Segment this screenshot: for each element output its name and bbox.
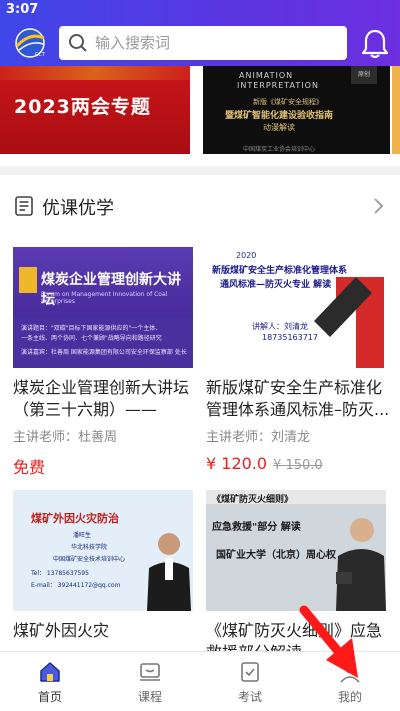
banner-partial[interactable] <box>392 66 400 154</box>
banner-carousel: 2023两会专题 ANIMATION INTERPRETATION 新版《煤矿安… <box>0 66 400 166</box>
notification-bell-icon[interactable] <box>361 28 389 60</box>
home-icon <box>40 662 60 682</box>
banner-text: ANIMATION <box>239 71 294 80</box>
thumb-text: 华北科技学院 <box>71 544 108 551</box>
thumb-text: E-mail： 392441172@qq.com <box>31 582 121 589</box>
course-title: 新版煤矿安全生产标准化管理体系通风标准–防灭... <box>206 378 390 419</box>
course-thumbnail: 煤矿外因火灾防治 潘旺生 华北科技学院 中国煤矿安全技术培训中心 Tel： 13… <box>13 490 193 611</box>
tab-label: 考试 <box>237 690 262 704</box>
search-box[interactable] <box>59 26 347 60</box>
thumb-text: 应急救援"部分 解读 <box>212 522 301 533</box>
thumb-text: 18735163717 <box>262 333 318 342</box>
thumb-text: 演讲题目："双碳"目标下国家能源供应的"一个主体、 <box>21 325 162 332</box>
tab-label: 我的 <box>337 690 362 704</box>
search-input[interactable] <box>95 34 335 52</box>
thumb-text: 讲解人：刘清龙 <box>252 322 308 331</box>
logo-text: CCT <box>35 52 46 58</box>
app-logo-icon: CCT <box>15 28 46 58</box>
tab-label: 课程 <box>137 690 162 704</box>
course-teacher: 主讲老师：杜善周 <box>13 430 118 445</box>
course-section: 优课优学 煤炭企业管理创新大讲坛 Forum on Management Inn… <box>0 175 400 662</box>
top-bar: 3:07 CCT <box>0 0 400 66</box>
thumb-text: 国矿业大学（北京）周心权 <box>216 550 336 561</box>
coal-logo-icon <box>19 267 37 293</box>
course-original-price: ¥ 150.0 <box>273 458 323 473</box>
annotation-arrow-icon <box>299 605 358 678</box>
course-card[interactable]: 2020 新版煤矿安全生产标准化管理体系 通风标准—防灭火专业 解读 讲解人：刘… <box>206 247 389 477</box>
course-thumbnail: 《煤矿防灭火细则》 应急救援"部分 解读 国矿业大学（北京）周心权 <box>206 490 386 611</box>
course-card[interactable]: 煤炭企业管理创新大讲坛 Forum on Management Innovati… <box>13 247 193 477</box>
course-price-row: ¥ 120.0 ¥ 150.0 <box>206 454 323 473</box>
tab-label: 首页 <box>37 690 62 704</box>
banner-animation[interactable]: ANIMATION INTERPRETATION 新版《煤矿安全规程》 暨煤矿智… <box>203 66 390 154</box>
course-price: ¥ 120.0 <box>206 454 268 473</box>
exam-icon <box>241 662 259 682</box>
banner-badge: 原创 <box>351 66 377 84</box>
course-title: 煤炭企业管理创新大讲坛（第三十六期）——《双... <box>13 378 190 419</box>
tab-exam[interactable]: 考试 <box>200 652 300 711</box>
thumb-text: 演讲嘉宾：杜善周 国家能源集团有限公司安全环保监察部 处长 <box>21 349 187 356</box>
banner-footer: 中国煤炭工业协会培训中心 <box>243 146 316 153</box>
thumb-text: 潘旺生 <box>73 532 92 539</box>
status-time: 3:07 <box>6 2 39 17</box>
banner-lianghui[interactable]: 2023两会专题 <box>0 66 190 154</box>
course-icon <box>140 663 160 681</box>
section-header[interactable]: 优课优学 <box>0 175 400 237</box>
course-thumbnail: 2020 新版煤矿安全生产标准化管理体系 通风标准—防灭火专业 解读 讲解人：刘… <box>206 247 386 368</box>
lecturer-image <box>336 518 386 611</box>
search-icon <box>69 34 87 52</box>
lecturer-image <box>147 533 191 611</box>
banner-decoration <box>0 66 190 80</box>
banner-text: 暨煤矿智能化建设验收指南 <box>225 111 334 121</box>
banner-text: 动漫解读 <box>263 123 295 132</box>
section-title: 优课优学 <box>42 198 114 219</box>
thumb-text: 通风标准—防灭火专业 解读 <box>220 280 332 290</box>
course-price: 免费 <box>13 458 46 477</box>
thumb-text: 2020 <box>236 251 257 260</box>
course-card[interactable]: 煤矿外因火灾防治 潘旺生 华北科技学院 中国煤矿安全技术培训中心 Tel： 13… <box>13 490 193 660</box>
thumb-heading: 煤矿外因火灾防治 <box>31 512 119 525</box>
course-thumbnail: 煤炭企业管理创新大讲坛 Forum on Management Innovati… <box>13 247 193 368</box>
thumb-text: 一条主线、两个协同、七个兼顾"战略导向和路径研究 <box>21 335 162 342</box>
banner-title: 2023两会专题 <box>14 96 151 118</box>
banner-text: 新版《煤矿安全规程》 <box>253 98 323 106</box>
thumb-text: 中国煤矿安全技术培训中心 <box>53 556 126 563</box>
thumb-text: Tel： 13785637595 <box>31 570 89 577</box>
course-teacher: 主讲老师：刘清龙 <box>206 430 311 445</box>
thumb-subtitle: Forum on Management Innovation of Coal E… <box>41 291 168 305</box>
tab-course[interactable]: 课程 <box>100 652 200 711</box>
thumb-text: 《煤矿防灭火细则》 <box>212 495 294 505</box>
document-list-icon <box>15 196 33 216</box>
banner-text: INTERPRETATION <box>237 81 319 90</box>
thumb-text: 新版煤矿安全生产标准化管理体系 <box>212 266 348 276</box>
tab-home[interactable]: 首页 <box>0 652 100 711</box>
app-screen: 3:07 CCT 2023两会专题 ANIMATION INTERPRETATI <box>0 0 400 711</box>
chevron-right-icon[interactable] <box>372 197 384 215</box>
